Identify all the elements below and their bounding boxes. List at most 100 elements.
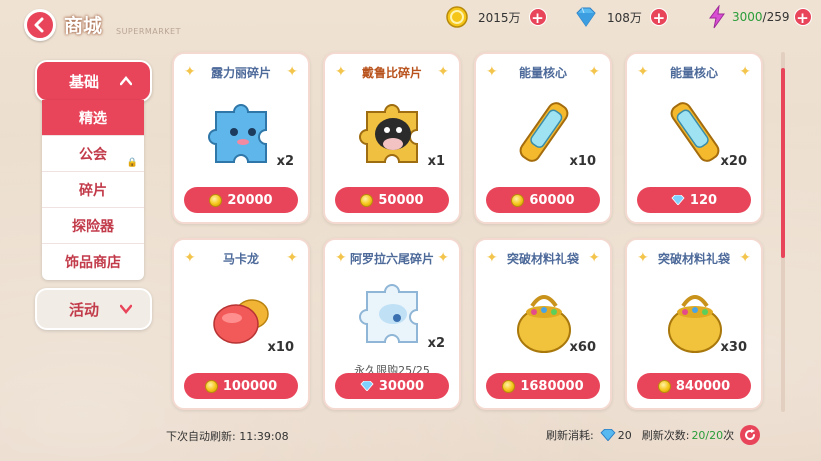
diamond-icon bbox=[573, 4, 599, 30]
product-name: 露力丽碎片 bbox=[210, 66, 271, 80]
auto-refresh-time: 11:39:08 bbox=[239, 430, 289, 443]
product-quantity: x20 bbox=[720, 154, 747, 169]
category-activity[interactable]: 活动 bbox=[35, 288, 152, 330]
product-quantity: x60 bbox=[569, 340, 596, 355]
diamond-value: 108万 bbox=[607, 10, 642, 25]
gold-coin-icon bbox=[204, 379, 218, 393]
refresh-cost: 20 bbox=[617, 428, 632, 442]
energy-icon bbox=[704, 4, 730, 30]
gold-coin-icon bbox=[444, 4, 470, 30]
gold-coin-icon bbox=[360, 193, 374, 207]
sidebar-item-featured[interactable]: 精选 bbox=[42, 100, 144, 136]
price-value: 840000 bbox=[675, 378, 731, 394]
price-value: 60000 bbox=[529, 192, 575, 208]
add-gold-button[interactable]: + bbox=[528, 8, 547, 27]
chevron-down-icon bbox=[119, 300, 133, 318]
product-name: 戴鲁比碎片 bbox=[361, 66, 422, 80]
sidebar-item-label: 公会 bbox=[79, 146, 107, 163]
sidebar-item-label: 精选 bbox=[79, 110, 107, 127]
category-activity-label: 活动 bbox=[69, 300, 100, 319]
product-card[interactable]: ✦ ✦ 阿罗拉六尾碎片 x2 永久限购25/25 30000 bbox=[323, 238, 461, 410]
product-name: 能量核心 bbox=[518, 66, 567, 80]
sidebar-item-guild[interactable]: 公会 🔒 bbox=[42, 136, 144, 172]
blue-puzzle-piece-icon bbox=[202, 92, 282, 172]
product-quantity: x1 bbox=[427, 154, 445, 169]
refresh-count-label: 刷新次数: bbox=[641, 429, 690, 442]
product-quantity: x10 bbox=[267, 340, 294, 355]
refresh-info: 刷新消耗: 20 刷新次数: 20/20 次 bbox=[546, 425, 761, 445]
sidebar-item-label: 探险器 bbox=[72, 218, 114, 235]
product-quantity: x2 bbox=[276, 154, 294, 169]
add-diamond-button[interactable]: + bbox=[649, 8, 668, 27]
page-title: 商城 bbox=[64, 15, 103, 37]
refresh-cost-label: 刷新消耗: bbox=[546, 429, 594, 442]
product-card[interactable]: ✦ ✦ 能量核心 x10 60000 bbox=[474, 52, 612, 224]
energy-max: /259 bbox=[762, 10, 790, 24]
buy-button[interactable]: 1680000 bbox=[486, 373, 600, 399]
price-value: 30000 bbox=[378, 378, 425, 394]
white-puzzle-piece-icon bbox=[353, 272, 433, 352]
auto-refresh-info: 下次自动刷新: 11:39:08 bbox=[166, 428, 289, 444]
product-quantity: x2 bbox=[427, 336, 445, 351]
page-subtitle: SUPERMARKET bbox=[116, 27, 181, 36]
product-name: 突破材料礼袋 bbox=[506, 252, 579, 266]
sidebar-item-explorer[interactable]: 探险器 bbox=[42, 208, 144, 244]
product-card[interactable]: ✦ ✦ 马卡龙 x10 100000 bbox=[172, 238, 310, 410]
diamond-icon bbox=[671, 195, 685, 205]
refresh-count: 20/20 bbox=[691, 428, 724, 442]
buy-button[interactable]: 120 bbox=[637, 187, 751, 213]
product-name: 马卡龙 bbox=[222, 252, 259, 266]
back-arrow-icon bbox=[34, 17, 44, 33]
category-basic[interactable]: 基础 bbox=[35, 60, 152, 102]
chevron-up-icon bbox=[119, 72, 133, 90]
gold-coin-icon bbox=[502, 379, 516, 393]
product-card[interactable]: ✦ ✦ 能量核心 x20 120 bbox=[625, 52, 763, 224]
price-value: 100000 bbox=[222, 378, 278, 394]
buy-button[interactable]: 100000 bbox=[184, 373, 298, 399]
gold-coin-icon bbox=[209, 193, 223, 207]
cow-puzzle-piece-icon bbox=[353, 92, 433, 172]
product-quantity: x30 bbox=[720, 340, 747, 355]
gold-coin-icon bbox=[657, 379, 671, 393]
sidebar-item-accessory-shop[interactable]: 饰品商店 bbox=[42, 244, 144, 280]
sidebar-item-label: 碎片 bbox=[79, 182, 107, 199]
refresh-count-suffix: 次 bbox=[723, 429, 735, 442]
product-card[interactable]: ✦ ✦ 戴鲁比碎片 x1 50000 bbox=[323, 52, 461, 224]
product-card[interactable]: ✦ ✦ 露力丽碎片 x2 20000 bbox=[172, 52, 310, 224]
sidebar: 基础 精选 公会 🔒 碎片 探险器 饰品商店 活动 bbox=[35, 60, 152, 330]
diamond-resource: 108万 + bbox=[573, 6, 668, 28]
product-card[interactable]: ✦ ✦ 突破材料礼袋 x30 840000 bbox=[625, 238, 763, 410]
price-value: 50000 bbox=[378, 192, 424, 208]
buy-button[interactable]: 60000 bbox=[486, 187, 600, 213]
diamond-icon bbox=[600, 429, 616, 441]
product-name: 阿罗拉六尾碎片 bbox=[349, 252, 434, 266]
buy-button[interactable]: 30000 bbox=[335, 373, 449, 399]
buy-button[interactable]: 50000 bbox=[335, 187, 449, 213]
buy-button[interactable]: 20000 bbox=[184, 187, 298, 213]
refresh-icon bbox=[745, 429, 756, 440]
price-value: 120 bbox=[689, 192, 718, 208]
diamond-icon bbox=[360, 381, 374, 391]
add-energy-button[interactable]: + bbox=[793, 8, 812, 27]
auto-refresh-label: 下次自动刷新: bbox=[166, 430, 236, 443]
refresh-button[interactable] bbox=[740, 425, 761, 445]
price-value: 20000 bbox=[227, 192, 273, 208]
gold-resource: 2015万 + bbox=[444, 6, 547, 28]
product-name: 能量核心 bbox=[669, 66, 718, 80]
scrollbar-thumb[interactable] bbox=[781, 68, 785, 258]
product-name: 突破材料礼袋 bbox=[657, 252, 730, 266]
lock-icon: 🔒 bbox=[126, 158, 138, 168]
sidebar-list: 精选 公会 🔒 碎片 探险器 饰品商店 bbox=[42, 100, 144, 280]
energy-current: 3000 bbox=[732, 10, 763, 24]
sidebar-item-fragments[interactable]: 碎片 bbox=[42, 172, 144, 208]
buy-button[interactable]: 840000 bbox=[637, 373, 751, 399]
product-quantity: x10 bbox=[569, 154, 596, 169]
gold-value: 2015万 bbox=[478, 10, 521, 25]
energy-resource: 3000/259 + bbox=[704, 4, 812, 30]
gold-coin-icon bbox=[511, 193, 525, 207]
product-card[interactable]: ✦ ✦ 突破材料礼袋 x60 1680000 bbox=[474, 238, 612, 410]
back-button[interactable] bbox=[24, 9, 56, 41]
sidebar-item-label: 饰品商店 bbox=[65, 255, 121, 271]
price-value: 1680000 bbox=[520, 378, 584, 394]
energy-value: 3000/259 bbox=[732, 10, 790, 24]
